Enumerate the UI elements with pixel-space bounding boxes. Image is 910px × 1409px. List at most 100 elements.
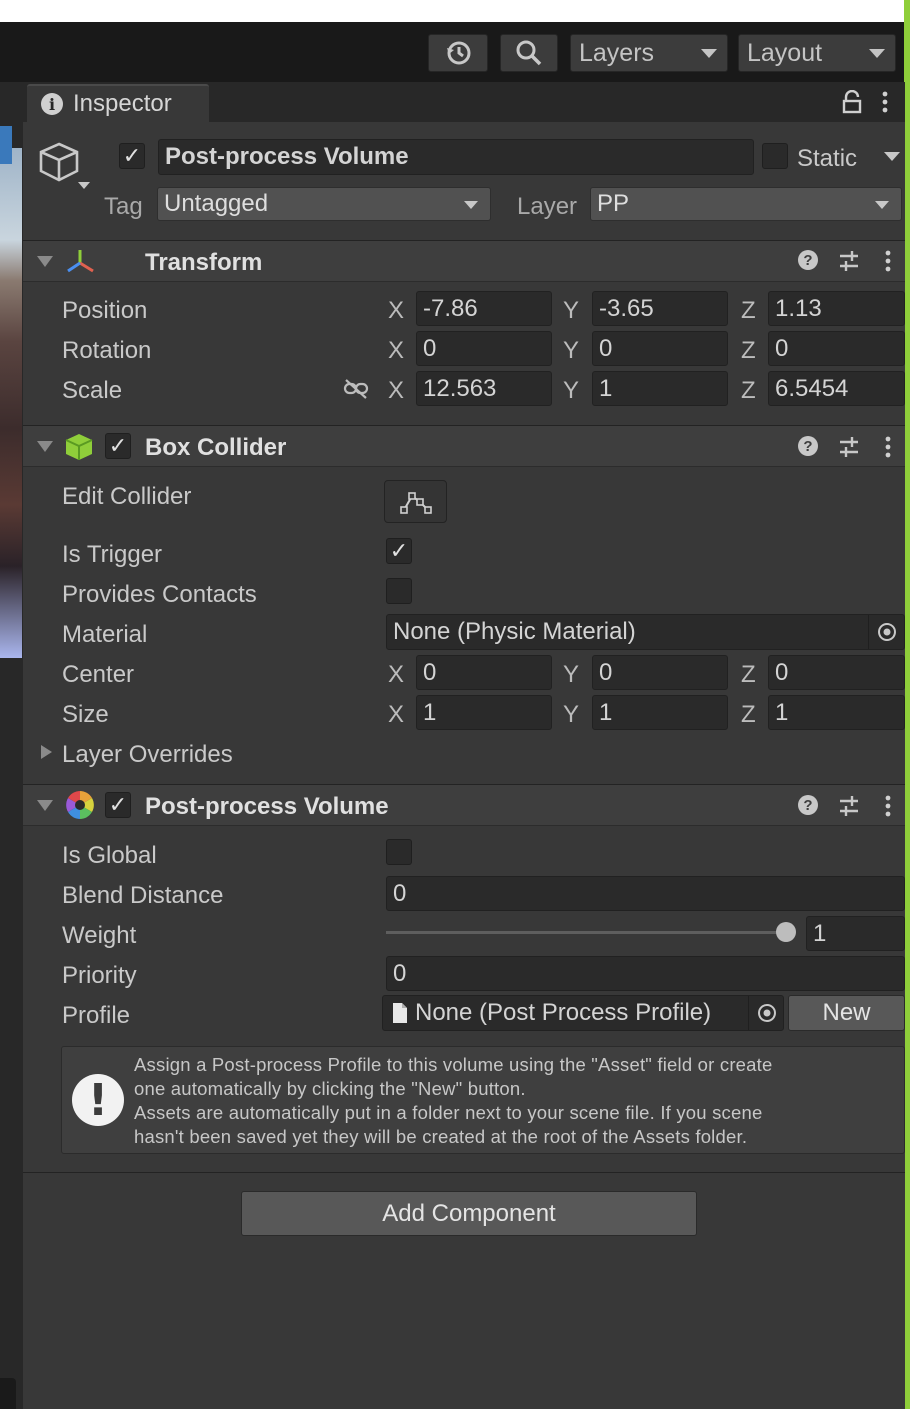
post-process-foldout-icon[interactable] xyxy=(37,800,53,811)
priority-field[interactable]: 0 xyxy=(386,956,905,991)
post-process-aperture-icon xyxy=(66,791,94,819)
weight-label: Weight xyxy=(62,922,137,949)
help-icon[interactable]: ? xyxy=(798,795,818,815)
scale-x-field[interactable]: 12.563 xyxy=(416,371,552,406)
layer-label: Layer xyxy=(517,193,578,220)
document-icon xyxy=(393,1003,407,1023)
gameobject-cube-icon[interactable] xyxy=(36,140,92,194)
scene-view-tab-marker xyxy=(0,126,12,164)
static-checkbox[interactable] xyxy=(762,143,788,169)
provides-contacts-checkbox[interactable] xyxy=(386,578,412,604)
kebab-menu-icon[interactable] xyxy=(880,90,890,114)
kebab-menu-icon[interactable] xyxy=(883,435,893,459)
axis-y-label: Y xyxy=(563,701,580,728)
material-object-field[interactable]: None (Physic Material) xyxy=(386,614,905,650)
layer-dropdown[interactable]: PP xyxy=(590,187,902,221)
box-collider-foldout-icon[interactable] xyxy=(37,441,53,452)
center-y-field[interactable]: 0 xyxy=(592,655,728,690)
is-trigger-checkbox[interactable]: ✓ xyxy=(386,538,412,564)
axis-x-label: X xyxy=(388,297,405,324)
chevron-down-icon xyxy=(701,49,717,58)
lock-icon[interactable] xyxy=(842,90,862,114)
object-name-field[interactable]: Post-process Volume xyxy=(158,139,754,175)
transform-foldout-icon[interactable] xyxy=(37,256,53,267)
size-y-value: 1 xyxy=(599,698,613,726)
presets-sliders-icon[interactable] xyxy=(838,795,860,817)
scale-y-value: 1 xyxy=(599,374,613,402)
blend-distance-field[interactable]: 0 xyxy=(386,876,905,911)
material-label: Material xyxy=(62,621,148,648)
scene-view-corner xyxy=(0,1378,16,1409)
rotation-y-value: 0 xyxy=(599,334,613,362)
weight-field[interactable]: 1 xyxy=(806,916,905,951)
position-y-field[interactable]: -3.65 xyxy=(592,291,728,326)
kebab-menu-icon[interactable] xyxy=(883,794,893,818)
center-y-value: 0 xyxy=(599,658,613,686)
tab-inspector-label: Inspector xyxy=(73,90,172,117)
rotation-z-field[interactable]: 0 xyxy=(768,331,905,366)
size-y-field[interactable]: 1 xyxy=(592,695,728,730)
blend-distance-label: Blend Distance xyxy=(62,882,224,909)
axis-y-label: Y xyxy=(563,337,580,364)
history-button[interactable] xyxy=(428,34,488,72)
position-x-field[interactable]: -7.86 xyxy=(416,291,552,326)
axis-y-label: Y xyxy=(563,661,580,688)
profile-object-field[interactable]: None (Post Process Profile) xyxy=(382,995,784,1031)
rotation-x-field[interactable]: 0 xyxy=(416,331,552,366)
box-collider-cube-icon xyxy=(65,434,93,460)
weight-slider-track[interactable] xyxy=(386,931,786,934)
size-z-field[interactable]: 1 xyxy=(768,695,905,730)
position-label: Position xyxy=(62,297,148,324)
axis-z-label: Z xyxy=(741,701,756,728)
rotation-y-field[interactable]: 0 xyxy=(592,331,728,366)
kebab-menu-icon[interactable] xyxy=(883,249,893,273)
axis-x-label: X xyxy=(388,701,405,728)
priority-label: Priority xyxy=(62,962,137,989)
presets-sliders-icon[interactable] xyxy=(838,436,860,458)
tag-label: Tag xyxy=(104,193,143,220)
post-process-title: Post-process Volume xyxy=(145,793,389,820)
new-profile-button[interactable]: New xyxy=(788,995,905,1031)
help-text-line-3: Assets are automatically put in a folder… xyxy=(134,1102,763,1123)
object-name-value: Post-process Volume xyxy=(165,143,409,170)
constrain-proportions-link-icon[interactable] xyxy=(342,378,370,400)
help-icon[interactable]: ? xyxy=(798,250,818,270)
provides-contacts-label: Provides Contacts xyxy=(62,581,257,608)
presets-sliders-icon[interactable] xyxy=(838,250,860,272)
warning-exclamation-icon: ! xyxy=(72,1074,124,1126)
position-z-field[interactable]: 1.13 xyxy=(768,291,905,326)
object-picker-icon[interactable] xyxy=(756,1002,778,1024)
history-icon xyxy=(447,41,471,65)
edit-collider-button[interactable] xyxy=(384,480,447,523)
object-active-checkbox[interactable]: ✓ xyxy=(119,143,145,169)
axis-y-label: Y xyxy=(563,377,580,404)
layer-overrides-label[interactable]: Layer Overrides xyxy=(62,741,233,769)
static-dropdown-icon[interactable] xyxy=(884,152,900,161)
components-end-separator xyxy=(23,1172,905,1173)
tab-inspector[interactable]: i Inspector xyxy=(27,84,209,122)
is-trigger-label: Is Trigger xyxy=(62,541,163,568)
post-process-enabled-checkbox[interactable]: ✓ xyxy=(105,792,131,818)
scale-z-field[interactable]: 6.5454 xyxy=(768,371,905,406)
weight-slider-thumb[interactable] xyxy=(776,922,796,942)
search-button[interactable] xyxy=(500,34,558,72)
center-z-field[interactable]: 0 xyxy=(768,655,905,690)
axis-y-label: Y xyxy=(563,297,580,324)
add-component-button[interactable]: Add Component xyxy=(241,1191,697,1236)
box-collider-enabled-checkbox[interactable]: ✓ xyxy=(105,433,131,459)
size-x-field[interactable]: 1 xyxy=(416,695,552,730)
center-x-field[interactable]: 0 xyxy=(416,655,552,690)
layout-dropdown[interactable]: Layout xyxy=(738,34,896,72)
tag-dropdown[interactable]: Untagged xyxy=(157,187,491,221)
help-text-line-4: hasn't been saved yet they will be creat… xyxy=(134,1126,748,1147)
profile-value: None (Post Process Profile) xyxy=(415,999,712,1026)
scale-y-field[interactable]: 1 xyxy=(592,371,728,406)
help-icon[interactable]: ? xyxy=(798,436,818,456)
scene-view-image[interactable] xyxy=(0,148,22,658)
is-global-checkbox[interactable] xyxy=(386,839,412,865)
object-picker-icon[interactable] xyxy=(876,621,898,643)
layer-overrides-foldout-icon[interactable] xyxy=(41,745,52,759)
layers-dropdown[interactable]: Layers xyxy=(570,34,728,72)
material-field-divider xyxy=(868,615,869,649)
add-component-label: Add Component xyxy=(382,1199,556,1227)
